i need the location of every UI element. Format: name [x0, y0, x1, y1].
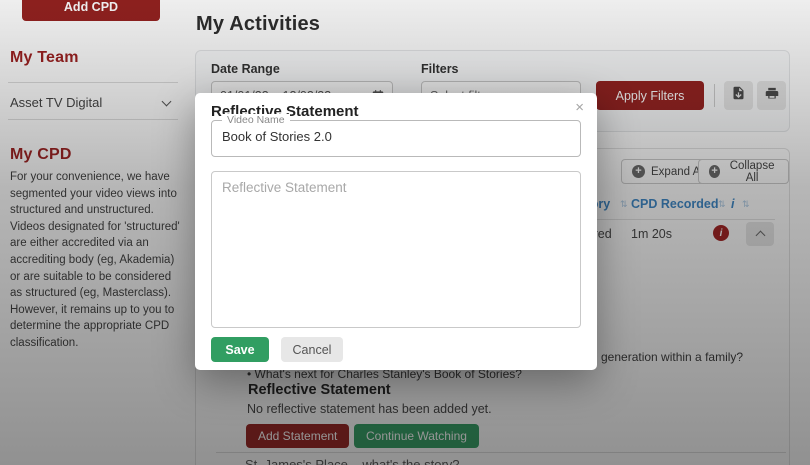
cancel-button[interactable]: Cancel	[281, 337, 343, 362]
reflective-statement-dialog: Reflective Statement Video Name Save Can…	[195, 93, 597, 370]
video-name-input[interactable]	[222, 129, 562, 144]
close-icon[interactable]	[575, 99, 584, 116]
app-root: Add CPD My Team Asset TV Digital My CPD …	[0, 0, 810, 465]
video-name-label: Video Name	[222, 114, 290, 126]
video-name-field: Video Name	[211, 114, 581, 157]
statement-textarea[interactable]	[211, 171, 581, 328]
save-button[interactable]: Save	[211, 337, 269, 362]
